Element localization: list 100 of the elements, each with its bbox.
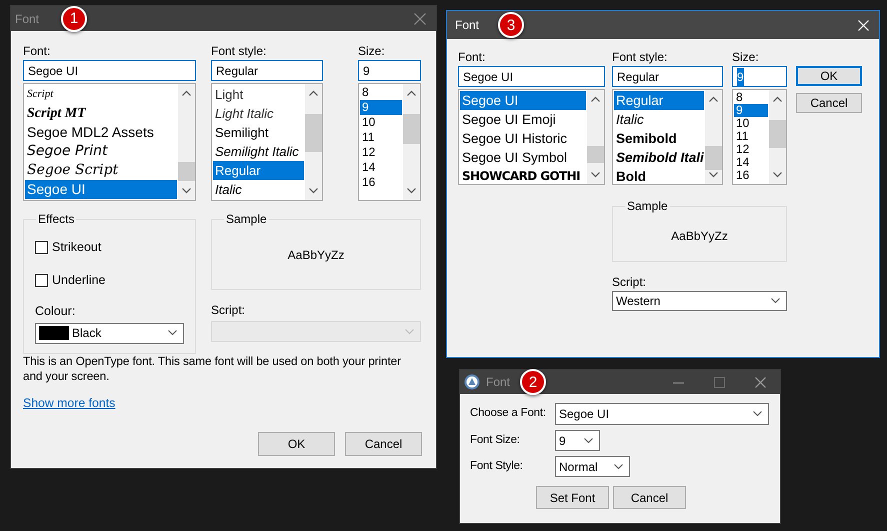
text-field[interactable]: 9 xyxy=(732,66,787,87)
dropdown[interactable]: 9 xyxy=(555,430,600,451)
field-label: Font: xyxy=(23,44,52,58)
chevron-down-icon[interactable] xyxy=(309,188,318,194)
checkbox[interactable] xyxy=(35,240,48,254)
list-item[interactable]: Segoe UI Emoji xyxy=(460,110,586,129)
chevron-up-icon[interactable] xyxy=(773,96,782,102)
scroll-thumb[interactable] xyxy=(305,114,322,152)
scroll-thumb[interactable] xyxy=(403,114,420,144)
cancel-button[interactable]: Cancel xyxy=(796,93,862,113)
list-item[interactable]: Italic xyxy=(213,180,304,199)
field-label: Font Style: xyxy=(470,458,524,474)
list-item[interactable]: Semibold Itali xyxy=(614,148,704,167)
text-field[interactable]: Regular xyxy=(612,66,723,87)
list-item[interactable]: Segoe MDL2 Assets xyxy=(25,123,177,142)
scroll-thumb[interactable] xyxy=(769,120,786,148)
cancel-button[interactable]: Cancel xyxy=(345,432,422,456)
list-item[interactable]: Script MT xyxy=(25,104,177,123)
list-item[interactable]: 16 xyxy=(360,175,402,190)
list-item[interactable]: 16 xyxy=(734,169,768,182)
chevron-down-icon[interactable] xyxy=(407,188,416,194)
field-label: Colour: xyxy=(35,304,76,318)
scroll-thumb[interactable] xyxy=(178,162,195,181)
list-item[interactable]: 10 xyxy=(734,117,768,130)
chevron-down-icon[interactable] xyxy=(591,172,600,178)
chevron-down-icon xyxy=(614,464,623,470)
list-item[interactable]: 12 xyxy=(734,143,768,156)
chevron-up-icon[interactable] xyxy=(182,90,191,96)
number-badge: 3 xyxy=(498,12,524,38)
field-label: Size: xyxy=(358,44,386,58)
list-item[interactable]: Italic xyxy=(614,110,704,129)
field-label: Font style: xyxy=(211,44,268,58)
list-item[interactable]: SHOWCARD GOTHI xyxy=(460,167,586,184)
list-item[interactable]: 8 xyxy=(360,85,402,100)
chevron-down-icon[interactable] xyxy=(182,188,191,194)
list-item[interactable]: Bold xyxy=(614,167,704,184)
checkbox-label: Underline xyxy=(52,272,106,289)
colour-dropdown[interactable]: Black xyxy=(35,322,184,344)
list-item[interactable]: Segoe UI xyxy=(460,91,586,110)
scroll-thumb[interactable] xyxy=(587,146,604,163)
sample-text: AaBbYyZz xyxy=(670,228,729,245)
list-item[interactable]: Segoe UI Historic xyxy=(460,129,586,148)
list-item[interactable]: 8 xyxy=(734,91,768,104)
list-item[interactable]: 10 xyxy=(360,115,402,130)
chevron-down-icon xyxy=(168,330,177,336)
chevron-up-icon[interactable] xyxy=(591,96,600,102)
close-icon[interactable] xyxy=(755,376,766,388)
list-item[interactable]: Regular xyxy=(614,91,704,110)
field-label: Size: xyxy=(732,50,760,64)
text-field[interactable]: Segoe UI xyxy=(458,66,605,87)
checkbox[interactable] xyxy=(35,274,48,287)
text-field[interactable]: 9 xyxy=(358,60,421,81)
list-item[interactable]: Semilight xyxy=(213,123,304,142)
dropdown[interactable]: Segoe UI xyxy=(555,403,769,425)
checkbox-label: Strikeout xyxy=(52,239,102,256)
list-item[interactable]: Light xyxy=(213,85,304,104)
chevron-down-icon xyxy=(771,298,780,304)
chevron-down-icon xyxy=(753,411,762,417)
description-text: This is an OpenType font. This same font will be used on both your printer and your screen. xyxy=(23,354,402,384)
field-label: Script: xyxy=(211,303,246,317)
field-label: Choose a Font: xyxy=(470,406,547,422)
show-more-fonts-link[interactable]: Show more fonts xyxy=(23,394,116,412)
chevron-down-icon xyxy=(584,438,593,444)
number-badge: 1 xyxy=(61,6,87,32)
number-badge: 2 xyxy=(520,369,546,395)
chevron-up-icon[interactable] xyxy=(407,90,416,96)
list-item[interactable]: Segoe UI Symbol xyxy=(460,148,586,167)
ok-button[interactable]: OK xyxy=(258,432,335,456)
list-item[interactable]: Segoe UI xyxy=(25,180,177,199)
list-item[interactable]: Semibold xyxy=(614,129,704,148)
chevron-up-icon[interactable] xyxy=(309,90,318,96)
list-item[interactable]: Script xyxy=(25,85,177,104)
ok-button[interactable]: OK xyxy=(796,66,862,86)
chevron-down-icon[interactable] xyxy=(709,172,718,178)
dropdown[interactable]: Normal xyxy=(555,456,630,477)
window-title: Font xyxy=(15,10,40,28)
list-item[interactable]: 14 xyxy=(360,160,402,175)
list-item[interactable]: Segoe Print xyxy=(25,142,177,161)
list-item[interactable]: 12 xyxy=(360,145,402,160)
text-field[interactable]: Segoe UI xyxy=(23,60,196,81)
scroll-thumb[interactable] xyxy=(705,146,722,170)
list-item[interactable]: Light Italic xyxy=(213,104,304,123)
window-title: Font xyxy=(455,17,480,34)
set-font-button[interactable]: Set Font xyxy=(536,486,609,509)
list-item[interactable]: Segoe Script xyxy=(25,161,177,180)
chevron-down-icon xyxy=(405,328,414,334)
chevron-down-icon[interactable] xyxy=(773,172,782,178)
list-item[interactable]: Regular xyxy=(213,161,304,180)
chevron-up-icon[interactable] xyxy=(709,96,718,102)
field-label: Script: xyxy=(612,275,648,289)
cancel-button[interactable]: Cancel xyxy=(613,486,686,509)
app-icon xyxy=(464,374,480,390)
script-dropdown[interactable]: Western xyxy=(612,291,787,311)
list-item[interactable]: 9 xyxy=(734,104,768,117)
list-item[interactable]: 11 xyxy=(360,130,402,145)
list-item[interactable]: 11 xyxy=(734,130,768,143)
list-item[interactable]: 14 xyxy=(734,156,768,169)
list-item[interactable]: 9 xyxy=(360,100,402,115)
list-item[interactable]: Semilight Italic xyxy=(213,142,304,161)
text-field[interactable]: Regular xyxy=(211,60,323,81)
